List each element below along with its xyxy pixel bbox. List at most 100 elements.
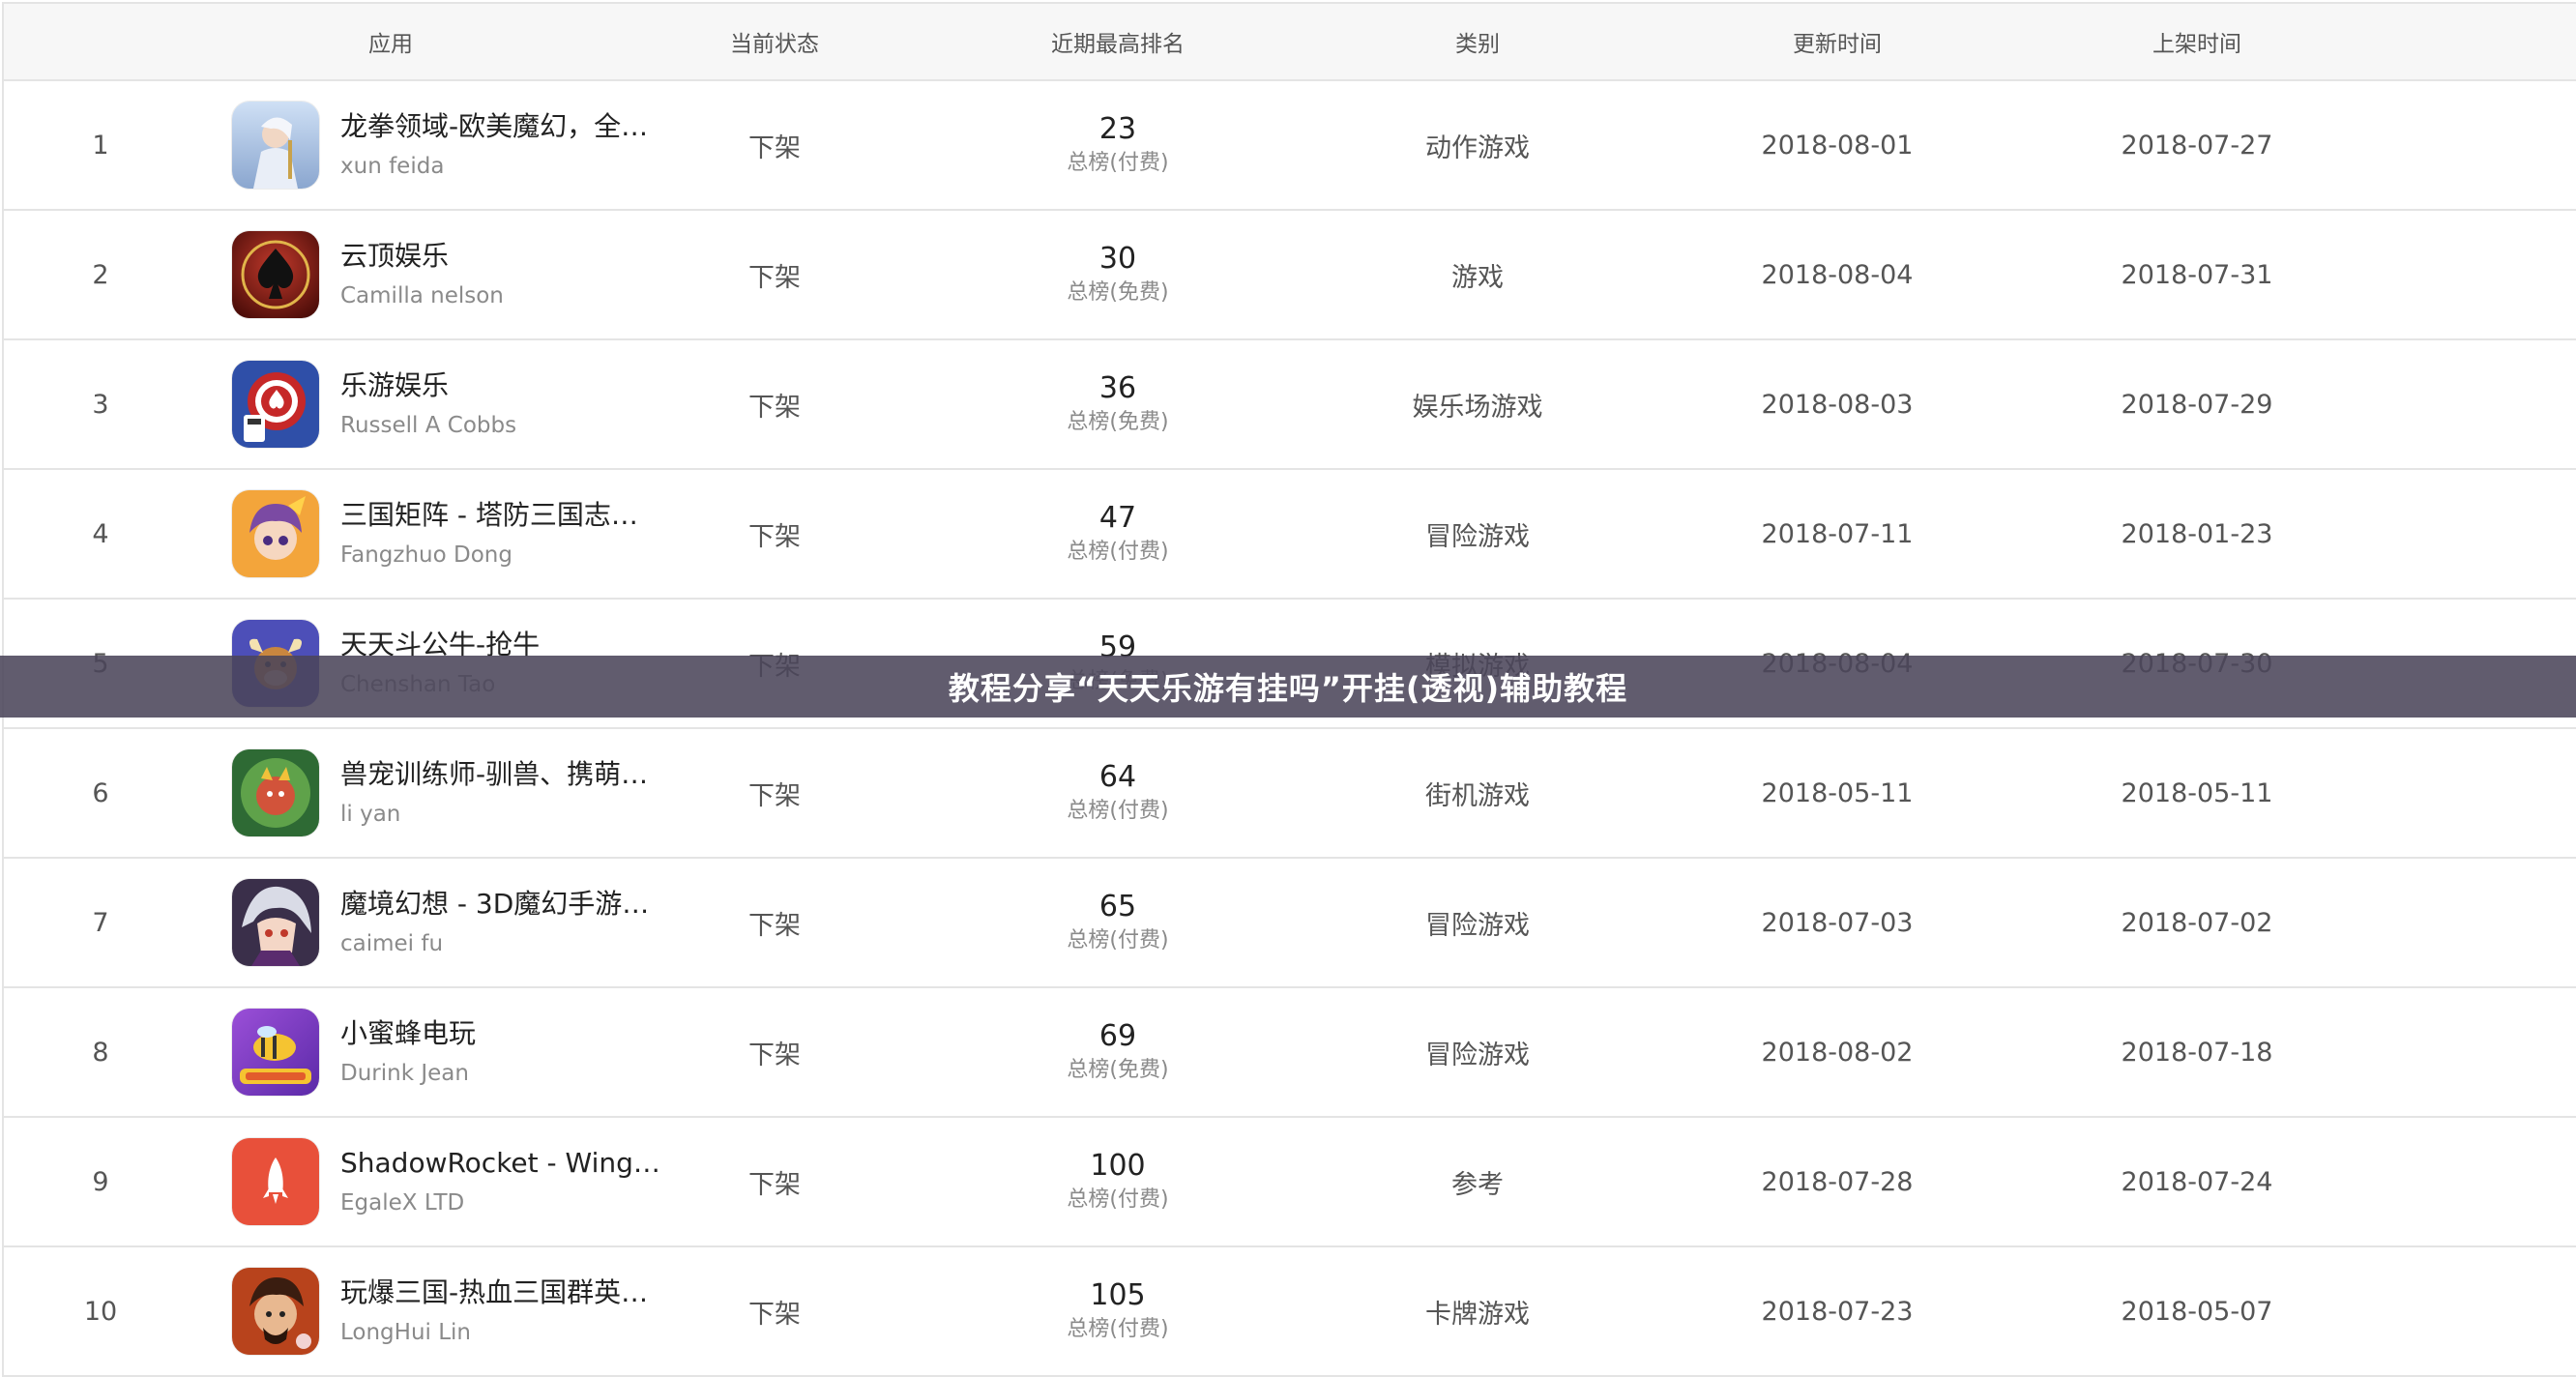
developer-name: Camilla nelson: [340, 283, 504, 308]
updated-date: 2018-07-28: [1761, 1166, 1914, 1197]
row-index: 9: [92, 1166, 109, 1197]
table-row[interactable]: 8 小蜜蜂电玩 Durink Jean 下架 69 总榜(免费) 冒险游戏 20…: [4, 988, 2576, 1118]
three-kingdoms-warrior-icon[interactable]: [232, 1268, 319, 1355]
rank-cell: 64 总榜(付费): [938, 760, 1298, 826]
app-cell[interactable]: 兽宠训练师-驯兽、携萌… li yan: [197, 749, 648, 836]
app-cell[interactable]: 乐游娱乐 Russell A Cobbs: [197, 361, 584, 448]
rank-cell: 65 总榜(付费): [938, 890, 1298, 955]
header-category[interactable]: 类别: [1298, 25, 1657, 58]
released-date: 2018-01-23: [2121, 518, 2273, 549]
status-label: 下架: [748, 521, 801, 552]
table-row[interactable]: 10 玩爆三国-热血三国群英… LongHui Lin 下架 105 总榜(付费…: [4, 1247, 2576, 1377]
category-label: 冒险游戏: [1425, 521, 1530, 552]
rank-chart-label: 总榜(付费): [1067, 540, 1169, 564]
category-label: 卡牌游戏: [1425, 1299, 1530, 1330]
row-index: 10: [83, 1296, 118, 1327]
category-label: 娱乐场游戏: [1412, 392, 1543, 423]
category-label: 街机游戏: [1425, 780, 1530, 811]
released-date: 2018-07-02: [2121, 907, 2273, 938]
updated-date: 2018-07-23: [1761, 1296, 1914, 1327]
rank-number: 36: [1098, 371, 1137, 405]
table-row[interactable]: 2 云顶娱乐 Camilla nelson 下架 30 总榜(免费) 游戏 20…: [4, 211, 2576, 340]
app-cell[interactable]: 龙拳领域-欧美魔幻，全… xun feida: [197, 102, 648, 189]
rank-chart-label: 总榜(付费): [1067, 151, 1169, 175]
table-row[interactable]: 9 ShadowRocket - Wing… EgaleX LTD 下架 100…: [4, 1118, 2576, 1247]
updated-date: 2018-08-03: [1761, 389, 1914, 420]
status-label: 下架: [748, 910, 801, 941]
app-cell[interactable]: 三国矩阵 - 塔防三国志… Fangzhuo Dong: [197, 490, 638, 577]
row-index: 3: [92, 389, 109, 420]
rank-chart-label: 总榜(免费): [1067, 280, 1169, 305]
released-date: 2018-07-31: [2121, 259, 2273, 290]
row-index: 4: [92, 518, 109, 549]
app-cell[interactable]: ShadowRocket - Wing… EgaleX LTD: [197, 1138, 660, 1225]
pet-creature-icon[interactable]: [232, 749, 319, 836]
silver-hair-hero-icon[interactable]: [232, 879, 319, 966]
app-cell[interactable]: 小蜜蜂电玩 Durink Jean: [197, 1009, 584, 1096]
rocket-icon[interactable]: [232, 1138, 319, 1225]
table-row[interactable]: 4 三国矩阵 - 塔防三国志… Fangzhuo Dong 下架 47 总榜(付…: [4, 470, 2576, 600]
developer-name: Durink Jean: [340, 1061, 469, 1086]
row-index: 6: [92, 777, 109, 808]
header-released[interactable]: 上架时间: [2017, 25, 2377, 58]
bee-arcade-icon[interactable]: [232, 1009, 319, 1096]
overlay-banner: 教程分享“天天乐游有挂吗”开挂(透视)辅助教程: [0, 656, 2576, 718]
poker-chip-icon[interactable]: [232, 361, 319, 448]
rank-cell: 23 总榜(付费): [938, 112, 1298, 178]
header-status[interactable]: 当前状态: [584, 25, 938, 58]
app-cell[interactable]: 云顶娱乐 Camilla nelson: [197, 231, 584, 318]
header-updated[interactable]: 更新时间: [1657, 25, 2017, 58]
rank-cell: 100 总榜(付费): [938, 1149, 1298, 1215]
app-name[interactable]: 云顶娱乐: [340, 239, 584, 274]
released-date: 2018-05-07: [2121, 1296, 2273, 1327]
updated-date: 2018-08-04: [1761, 259, 1914, 290]
table-row[interactable]: 6 兽宠训练师-驯兽、携萌… li yan 下架 64 总榜(付费) 街机游戏 …: [4, 729, 2576, 859]
anime-hero-icon[interactable]: [232, 490, 319, 577]
banner-text: 教程分享“天天乐游有挂吗”开挂(透视)辅助教程: [948, 670, 1628, 707]
rank-chart-label: 总榜(付费): [1067, 928, 1169, 952]
rank-number: 47: [1098, 501, 1137, 535]
category-label: 冒险游戏: [1425, 910, 1530, 941]
released-date: 2018-05-11: [2121, 777, 2273, 808]
row-index: 2: [92, 259, 109, 290]
row-index: 8: [92, 1037, 109, 1068]
table-header: 应用 当前状态 近期最高排名 类别 更新时间 上架时间: [4, 4, 2576, 81]
app-cell[interactable]: 玩爆三国-热血三国群英… LongHui Lin: [197, 1268, 648, 1355]
app-cell[interactable]: 魔境幻想 - 3D魔幻手游… caimei fu: [197, 879, 649, 966]
rank-cell: 69 总榜(免费): [938, 1019, 1298, 1085]
rank-cell: 30 总榜(免费): [938, 242, 1298, 308]
released-date: 2018-07-29: [2121, 389, 2273, 420]
status-label: 下架: [748, 132, 801, 163]
status-label: 下架: [748, 392, 801, 423]
table-row[interactable]: 1 龙拳领域-欧美魔幻，全… xun feida 下架 23 总榜(付费) 动作…: [4, 81, 2576, 211]
updated-date: 2018-08-02: [1761, 1037, 1914, 1068]
rank-chart-label: 总榜(付费): [1067, 1187, 1169, 1212]
rank-cell: 105 总榜(付费): [938, 1278, 1298, 1344]
rank-number: 23: [1098, 112, 1137, 146]
header-app[interactable]: 应用: [4, 25, 584, 58]
status-label: 下架: [748, 1299, 801, 1330]
rank-chart-label: 总榜(付费): [1067, 1317, 1169, 1341]
header-rank[interactable]: 近期最高排名: [938, 25, 1298, 58]
updated-date: 2018-07-03: [1761, 907, 1914, 938]
app-name[interactable]: 乐游娱乐: [340, 368, 584, 403]
fantasy-warrior-icon[interactable]: [232, 102, 319, 189]
category-label: 动作游戏: [1425, 132, 1530, 163]
category-label: 参考: [1451, 1169, 1504, 1200]
rank-number: 30: [1098, 242, 1137, 276]
status-label: 下架: [748, 1169, 801, 1200]
updated-date: 2018-08-01: [1761, 130, 1914, 161]
updated-date: 2018-05-11: [1761, 777, 1914, 808]
category-label: 游戏: [1451, 262, 1504, 293]
app-name[interactable]: 小蜜蜂电玩: [340, 1016, 584, 1051]
status-label: 下架: [748, 1040, 801, 1070]
table-row[interactable]: 3 乐游娱乐 Russell A Cobbs 下架 36 总榜(免费) 娱乐场游…: [4, 340, 2576, 470]
updated-date: 2018-07-11: [1761, 518, 1914, 549]
spade-icon[interactable]: [232, 231, 319, 318]
table-row[interactable]: 7 魔境幻想 - 3D魔幻手游… caimei fu 下架 65 总榜(付费) …: [4, 859, 2576, 988]
rank-chart-label: 总榜(免费): [1067, 410, 1169, 434]
category-label: 冒险游戏: [1425, 1040, 1530, 1070]
released-date: 2018-07-18: [2121, 1037, 2273, 1068]
rank-cell: 36 总榜(免费): [938, 371, 1298, 437]
rank-cell: 47 总榜(付费): [938, 501, 1298, 567]
